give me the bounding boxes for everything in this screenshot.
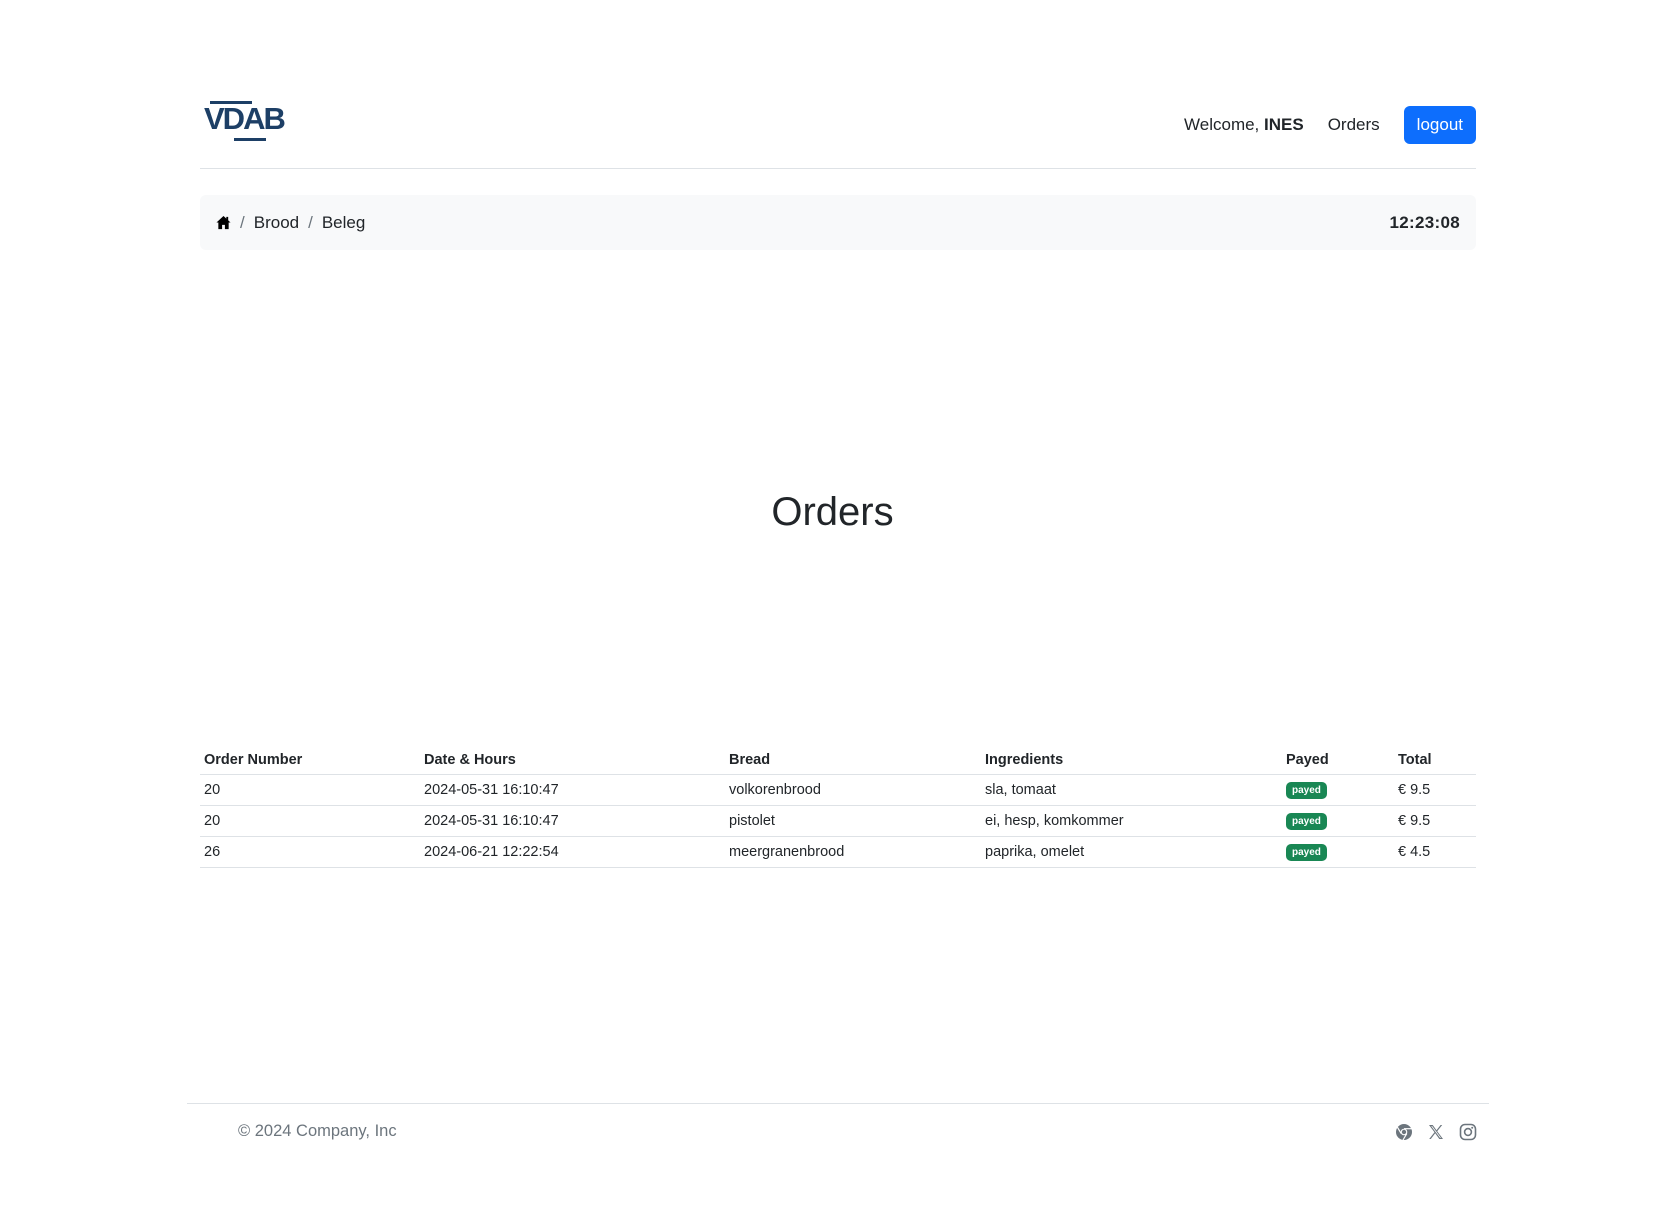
clock: 12:23:08: [1389, 212, 1460, 232]
order-number-cell: 20: [200, 805, 420, 837]
welcome-text: Welcome, INES: [1184, 115, 1304, 135]
breadcrumb: / Brood / Beleg: [216, 213, 365, 233]
top-nav: Welcome, INES Orders logout: [1184, 106, 1476, 144]
bread-cell: meergranenbrood: [725, 836, 981, 868]
welcome-prefix: Welcome,: [1184, 115, 1260, 134]
table-row: 20 2024-05-31 16:10:47 volkorenbrood sla…: [200, 774, 1476, 806]
order-number-cell: 26: [200, 836, 420, 868]
page-title: Orders: [771, 490, 894, 534]
ingredients-cell: sla, tomaat: [981, 774, 1282, 806]
payed-cell: payed: [1282, 774, 1394, 806]
total-cell: € 9.5: [1394, 805, 1476, 837]
column-header-order-number: Order Number: [200, 748, 420, 775]
order-number-cell: 20: [200, 774, 420, 806]
column-header-ingredients: Ingredients: [981, 748, 1282, 775]
copyright-text: © 2024 Company, Inc: [238, 1122, 397, 1140]
username: INES: [1264, 115, 1304, 134]
x-icon[interactable]: [1427, 1123, 1445, 1141]
breadcrumb-separator: /: [240, 212, 245, 232]
table-header-row: Order Number Date & Hours Bread Ingredie…: [200, 748, 1476, 775]
logo-bar-top: [210, 101, 252, 104]
home-icon[interactable]: [216, 215, 231, 230]
breadcrumb-bar: / Brood / Beleg 12:23:08: [200, 195, 1476, 250]
breadcrumb-separator: /: [308, 212, 313, 232]
chrome-icon[interactable]: [1395, 1123, 1413, 1141]
social-links: [1381, 1123, 1477, 1141]
column-header-bread: Bread: [725, 748, 981, 775]
date-cell: 2024-06-21 12:22:54: [420, 836, 725, 868]
header: VDAB Welcome, INES Orders logout: [200, 90, 1476, 169]
logo-text: VDAB: [204, 101, 286, 136]
table-row: 20 2024-05-31 16:10:47 pistolet ei, hesp…: [200, 805, 1476, 837]
logout-button[interactable]: logout: [1403, 106, 1476, 144]
ingredients-cell: paprika, omelet: [981, 836, 1282, 868]
bread-cell: volkorenbrood: [725, 774, 981, 806]
payed-cell: payed: [1282, 836, 1394, 868]
status-badge: payed: [1286, 813, 1327, 830]
date-cell: 2024-05-31 16:10:47: [420, 805, 725, 837]
status-badge: payed: [1286, 782, 1327, 799]
column-header-date: Date & Hours: [420, 748, 725, 775]
total-cell: € 9.5: [1394, 774, 1476, 806]
page: VDAB Welcome, INES Orders logout / Brood…: [0, 0, 1665, 1224]
footer: © 2024 Company, Inc: [187, 1103, 1489, 1163]
table-row: 26 2024-06-21 12:22:54 meergranenbrood p…: [200, 836, 1476, 868]
date-cell: 2024-05-31 16:10:47: [420, 774, 725, 806]
orders-table: Order Number Date & Hours Bread Ingredie…: [200, 748, 1476, 868]
instagram-icon[interactable]: [1459, 1123, 1477, 1141]
ingredients-cell: ei, hesp, komkommer: [981, 805, 1282, 837]
total-cell: € 4.5: [1394, 836, 1476, 868]
payed-cell: payed: [1282, 805, 1394, 837]
bread-cell: pistolet: [725, 805, 981, 837]
breadcrumb-item-beleg[interactable]: Beleg: [322, 213, 365, 233]
status-badge: payed: [1286, 844, 1327, 861]
nav-orders-link[interactable]: Orders: [1328, 115, 1380, 135]
column-header-payed: Payed: [1282, 748, 1394, 775]
logo-bar-bottom: [234, 138, 266, 141]
column-header-total: Total: [1394, 748, 1476, 775]
breadcrumb-item-brood[interactable]: Brood: [254, 213, 299, 233]
logo[interactable]: VDAB: [204, 101, 286, 141]
